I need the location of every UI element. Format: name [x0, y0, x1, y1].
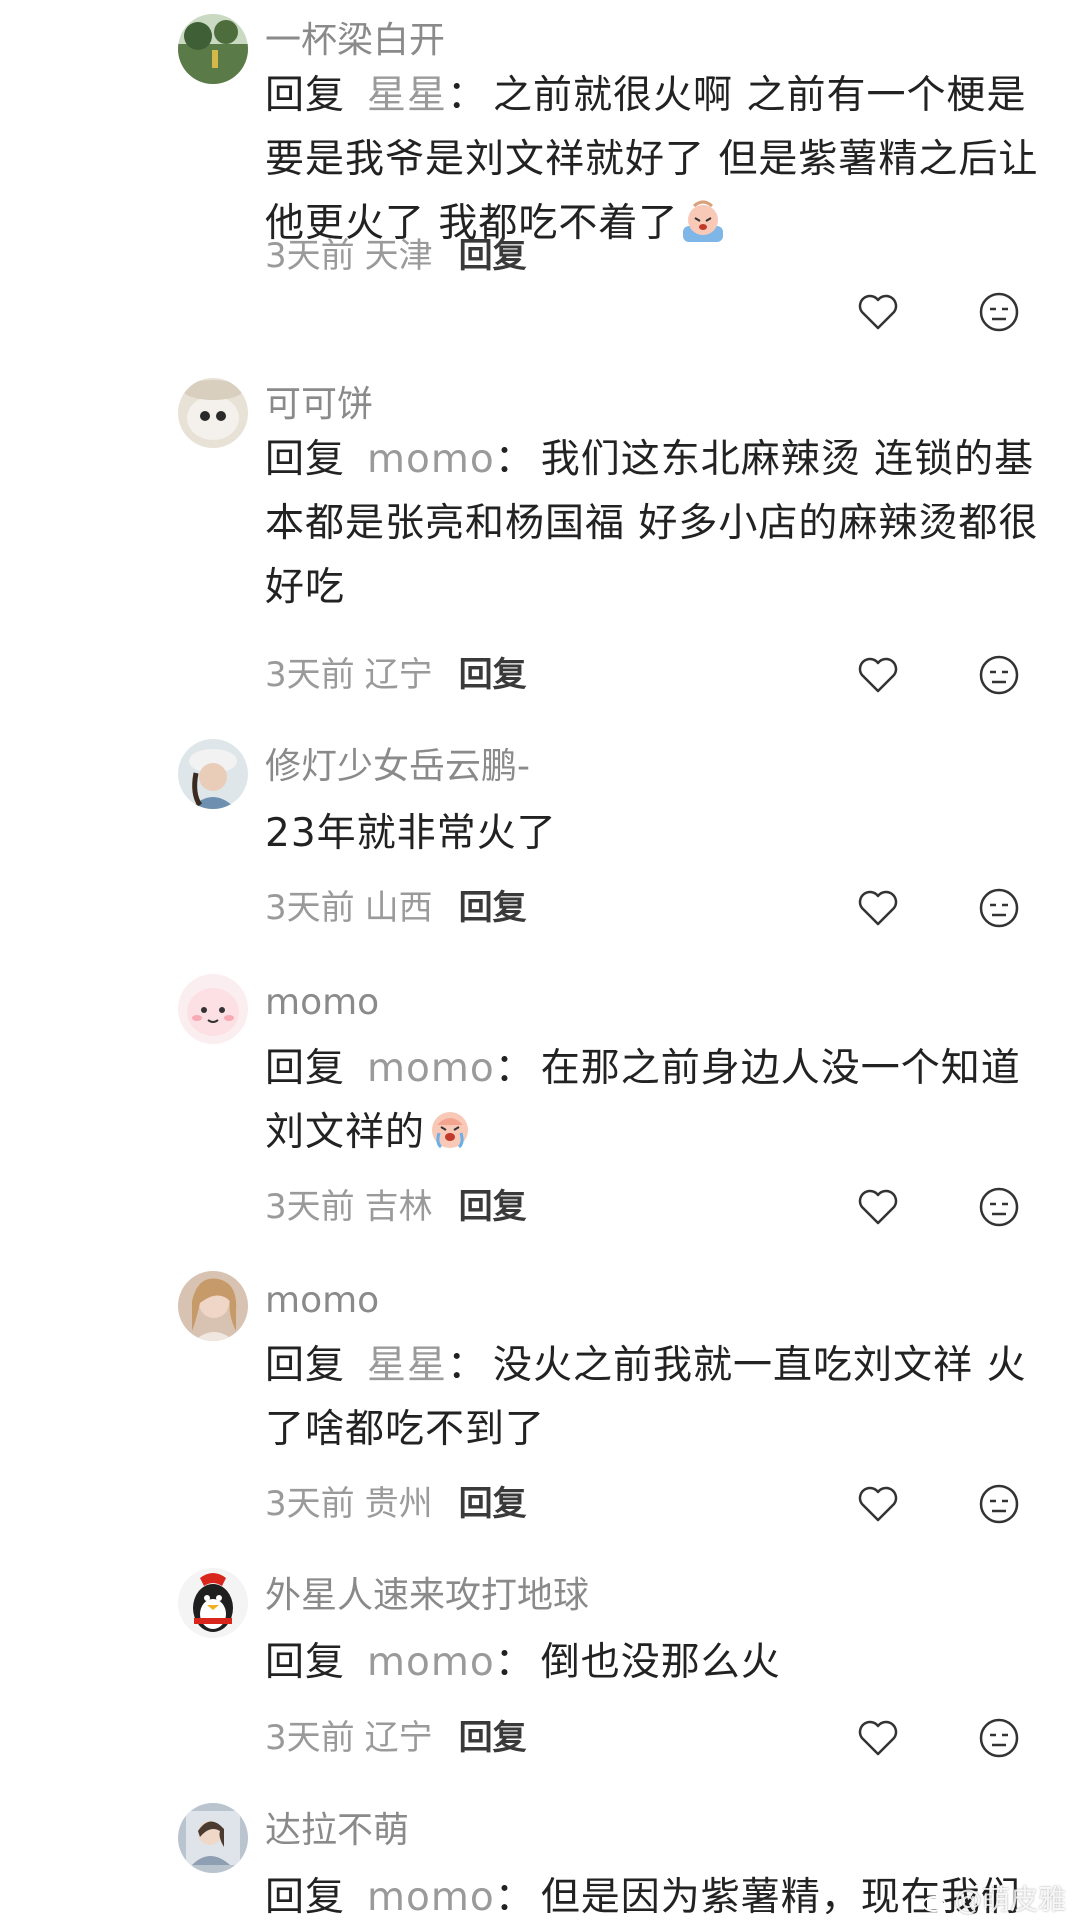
comment-body: 23年就非常火了: [265, 802, 1045, 866]
comment-location: 吉林: [364, 1187, 433, 1227]
reply-button[interactable]: 回复: [459, 888, 527, 928]
heart-outline-icon[interactable]: [856, 290, 900, 334]
comment-time: 3天前: [265, 888, 355, 928]
heart-outline-icon[interactable]: [856, 1482, 900, 1526]
comment-username[interactable]: momo: [265, 1277, 379, 1325]
reply-button[interactable]: 回复: [459, 236, 527, 276]
reply-target-username[interactable]: momo: [367, 437, 495, 482]
reply-target-username[interactable]: momo: [367, 1875, 495, 1920]
crying-emoji-icon: [683, 200, 724, 242]
comment-body: 回复 星星： 没火之前我就一直吃刘文祥 火了啥都吃不到了: [265, 1334, 1045, 1462]
reply-colon: ：: [494, 1046, 535, 1091]
reply-prefix: 回复: [265, 1640, 346, 1685]
heart-outline-icon[interactable]: [856, 653, 900, 697]
comment-username[interactable]: 外星人速来攻打地球: [265, 1572, 589, 1620]
comment-body: 回复 momo： 我们这东北麻辣烫 连锁的基本都是张亮和杨国福 好多小店的麻辣烫都很…: [265, 428, 1045, 620]
comment-username[interactable]: 达拉不萌: [265, 1807, 409, 1855]
comment-meta: 3天前 吉林 回复: [265, 1183, 527, 1231]
user-avatar[interactable]: [178, 974, 248, 1044]
comment-location: 山西: [364, 888, 433, 928]
neutral-face-icon[interactable]: [977, 653, 1021, 697]
heart-outline-icon[interactable]: [856, 886, 900, 930]
reply-prefix: 回复: [265, 73, 346, 118]
reply-target-username[interactable]: momo: [367, 1046, 495, 1091]
comment-meta: 3天前 天津 回复: [265, 232, 527, 280]
comment-location: 辽宁: [364, 1718, 433, 1758]
comment-meta: 3天前 贵州 回复: [265, 1480, 527, 1528]
reply-button[interactable]: 回复: [459, 1187, 527, 1227]
comment-time: 3天前: [265, 236, 355, 276]
user-avatar[interactable]: [178, 1271, 248, 1341]
watermark: @萌皮雅: [922, 1878, 1066, 1918]
user-avatar[interactable]: [178, 1568, 248, 1638]
neutral-face-icon[interactable]: [977, 290, 1021, 334]
comment-text: 23年就非常火了: [265, 811, 557, 856]
comment-username[interactable]: momo: [265, 979, 379, 1027]
reply-colon: ：: [494, 1640, 535, 1685]
reply-colon: ：: [447, 73, 488, 118]
neutral-face-icon[interactable]: [977, 1716, 1021, 1760]
heart-outline-icon[interactable]: [856, 1185, 900, 1229]
comment-text: 倒也没那么火: [540, 1640, 781, 1685]
comment-time: 3天前: [265, 1187, 355, 1227]
reply-button[interactable]: 回复: [459, 655, 527, 695]
reply-button[interactable]: 回复: [459, 1484, 527, 1524]
reply-colon: ：: [494, 437, 535, 482]
neutral-face-icon[interactable]: [977, 886, 1021, 930]
comment-time: 3天前: [265, 1484, 355, 1524]
reply-prefix: 回复: [265, 1875, 346, 1920]
user-avatar[interactable]: [178, 1803, 248, 1873]
weibo-logo-icon: [922, 1892, 949, 1912]
reply-button[interactable]: 回复: [459, 1718, 527, 1758]
heart-outline-icon[interactable]: [856, 1716, 900, 1760]
comment-location: 贵州: [364, 1484, 433, 1524]
reply-target-username[interactable]: 星星: [367, 1343, 447, 1388]
comment-meta: 3天前 辽宁 回复: [265, 1714, 527, 1762]
crying-emoji-icon: [432, 1112, 469, 1149]
comment-meta: 3天前 辽宁 回复: [265, 651, 527, 699]
watermark-text: @萌皮雅: [954, 1883, 1067, 1916]
reply-prefix: 回复: [265, 437, 346, 482]
comment-body: 回复 momo： 在那之前身边人没一个知道刘文祥的: [265, 1037, 1045, 1165]
user-avatar[interactable]: [178, 14, 248, 84]
reply-target-username[interactable]: momo: [367, 1640, 495, 1685]
comment-location: 辽宁: [364, 655, 433, 695]
user-avatar[interactable]: [178, 739, 248, 809]
comment-location: 天津: [364, 236, 433, 276]
reply-prefix: 回复: [265, 1343, 346, 1388]
comment-username[interactable]: 修灯少女岳云鹏-: [265, 743, 530, 791]
comment-username[interactable]: 一杯梁白开: [265, 17, 445, 65]
comment-body: 回复 星星： 之前就很火啊 之前有一个梗是要是我爷是刘文祥就好了 但是紫薯精之后让他…: [265, 64, 1045, 256]
reply-colon: ：: [447, 1343, 488, 1388]
user-avatar[interactable]: [178, 378, 248, 448]
comment-meta: 3天前 山西 回复: [265, 884, 527, 932]
reply-target-username[interactable]: 星星: [367, 73, 447, 118]
comment-list: 一杯梁白开 回复 星星： 之前就很火啊 之前有一个梗是要是我爷是刘文祥就好了 但是紫…: [0, 0, 1080, 1920]
comment-username[interactable]: 可可饼: [265, 381, 373, 429]
reply-colon: ：: [494, 1875, 535, 1920]
neutral-face-icon[interactable]: [977, 1185, 1021, 1229]
comment-time: 3天前: [265, 655, 355, 695]
comment-body: 回复 momo： 倒也没那么火: [265, 1631, 1045, 1695]
reply-prefix: 回复: [265, 1046, 346, 1091]
neutral-face-icon[interactable]: [977, 1482, 1021, 1526]
comment-time: 3天前: [265, 1718, 355, 1758]
